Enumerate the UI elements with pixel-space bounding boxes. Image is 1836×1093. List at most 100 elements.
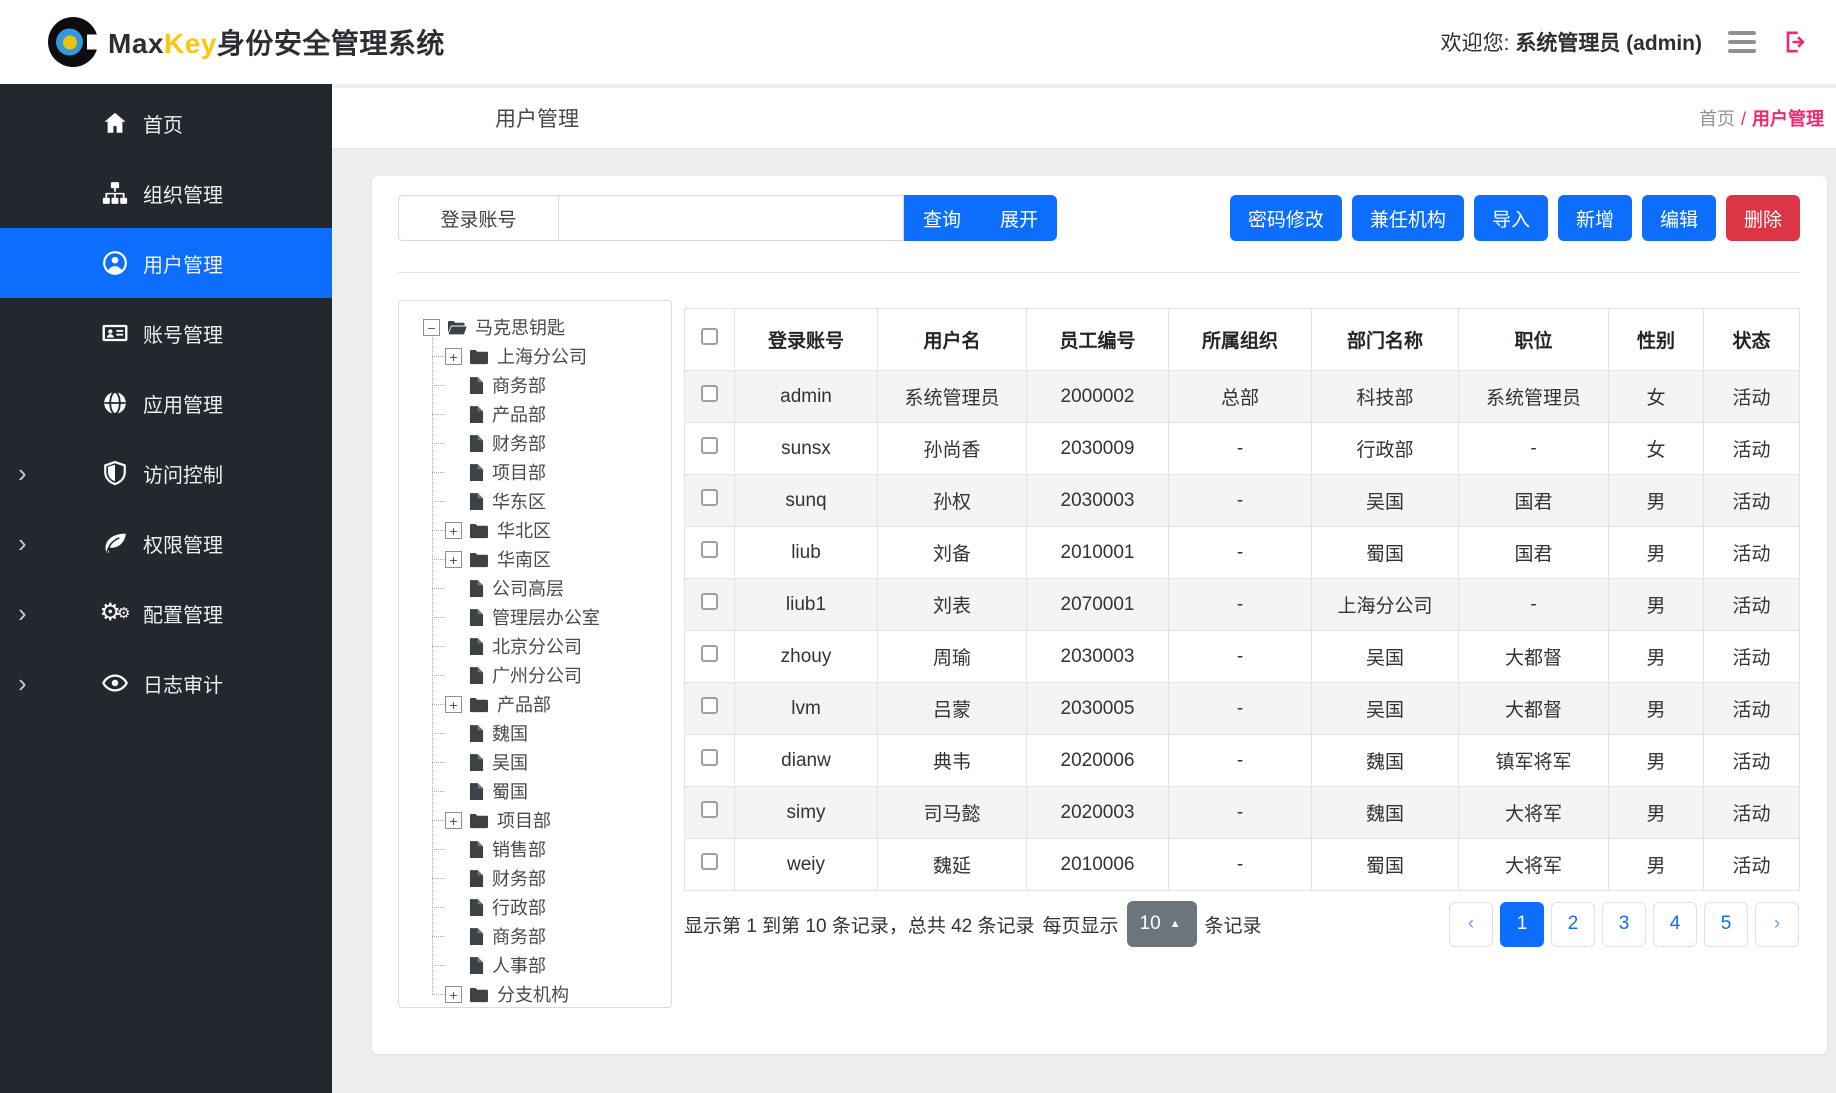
tree-node[interactable]: +分支机构 xyxy=(399,980,671,1008)
table-cell: 活动 xyxy=(1704,527,1800,579)
tree-node[interactable]: +华南区 xyxy=(399,545,671,574)
tree-node[interactable]: +项目部 xyxy=(399,806,671,835)
row-checkbox-cell xyxy=(685,527,735,579)
tree-node[interactable]: 行政部 xyxy=(399,893,671,922)
tree-node[interactable]: 吴国 xyxy=(399,748,671,777)
tree-node[interactable]: 财务部 xyxy=(399,429,671,458)
page-button-3[interactable]: 3 xyxy=(1602,902,1646,947)
toolbar-button-6[interactable]: 删除 xyxy=(1726,195,1800,241)
row-checkbox[interactable] xyxy=(701,593,718,610)
sidebar-item-home[interactable]: 首页 xyxy=(0,88,332,158)
tree-node[interactable]: 商务部 xyxy=(399,371,671,400)
sidebar-item-audit[interactable]: ›日志审计 xyxy=(0,648,332,718)
tree-node[interactable]: +华北区 xyxy=(399,516,671,545)
tree-node[interactable]: 蜀国 xyxy=(399,777,671,806)
tree-node[interactable]: +产品部 xyxy=(399,690,671,719)
file-icon xyxy=(469,637,484,656)
tree-expand-icon[interactable]: + xyxy=(445,696,462,713)
tree-node[interactable]: 销售部 xyxy=(399,835,671,864)
sidebar-item-user[interactable]: 用户管理 xyxy=(0,228,332,298)
prev-page-button[interactable]: ‹ xyxy=(1449,902,1493,947)
sidebar-item-config[interactable]: ›⚙⚙配置管理 xyxy=(0,578,332,648)
query-button[interactable]: 查询 xyxy=(904,195,980,241)
tree-node[interactable]: 人事部 xyxy=(399,951,671,980)
table-row[interactable]: weiy魏延2010006-蜀国大将军男活动 xyxy=(685,839,1800,891)
toolbar-button-4[interactable]: 新增 xyxy=(1558,195,1632,241)
tree-node[interactable]: 北京分公司 xyxy=(399,632,671,661)
sidebar-item-access[interactable]: ›访问控制 xyxy=(0,438,332,508)
tree-node[interactable]: 商务部 xyxy=(399,922,671,951)
breadcrumb-home[interactable]: 首页 xyxy=(1699,109,1735,129)
table-row[interactable]: liub1刘表2070001-上海分公司-男活动 xyxy=(685,579,1800,631)
row-checkbox-cell xyxy=(685,475,735,527)
tree-node[interactable]: 华东区 xyxy=(399,487,671,516)
tree-expand-icon[interactable]: + xyxy=(445,812,462,829)
tree-node[interactable]: 项目部 xyxy=(399,458,671,487)
tree-node[interactable]: −马克思钥匙 xyxy=(399,313,671,342)
sidebar-item-account[interactable]: 账号管理 xyxy=(0,298,332,368)
row-checkbox[interactable] xyxy=(701,437,718,454)
tree-node[interactable]: 管理层办公室 xyxy=(399,603,671,632)
tree-branch-line xyxy=(432,588,445,589)
tree-expand-icon[interactable]: + xyxy=(445,522,462,539)
table-row[interactable]: admin系统管理员2000002总部科技部系统管理员女活动 xyxy=(685,371,1800,423)
page-button-4[interactable]: 4 xyxy=(1653,902,1697,947)
tree-expand-icon[interactable]: + xyxy=(445,348,462,365)
table-cell: 活动 xyxy=(1704,423,1800,475)
row-checkbox[interactable] xyxy=(701,697,718,714)
toolbar-button-5[interactable]: 编辑 xyxy=(1642,195,1716,241)
table-cell: 男 xyxy=(1609,735,1704,787)
tree-node[interactable]: +上海分公司 xyxy=(399,342,671,371)
next-page-button[interactable]: › xyxy=(1755,902,1799,947)
tree-expand-icon[interactable]: + xyxy=(445,986,462,1003)
tree-node[interactable]: 广州分公司 xyxy=(399,661,671,690)
table-row[interactable]: lvm吕蒙2030005-吴国大都督男活动 xyxy=(685,683,1800,735)
page-button-2[interactable]: 2 xyxy=(1551,902,1595,947)
tree-node-label: 吴国 xyxy=(492,754,528,772)
login-account-input[interactable] xyxy=(559,195,904,241)
sidebar-item-org[interactable]: 组织管理 xyxy=(0,158,332,228)
logout-icon[interactable] xyxy=(1782,28,1810,56)
table-row[interactable]: simy司马懿2020003-魏国大将军男活动 xyxy=(685,787,1800,839)
table-cell: 2030003 xyxy=(1027,475,1169,527)
expand-button[interactable]: 展开 xyxy=(980,195,1057,241)
tree-node[interactable]: 公司高层 xyxy=(399,574,671,603)
table-row[interactable]: sunsx孙尚香2030009-行政部-女活动 xyxy=(685,423,1800,475)
row-checkbox[interactable] xyxy=(701,385,718,402)
menu-icon[interactable] xyxy=(1728,31,1756,53)
row-checkbox[interactable] xyxy=(701,749,718,766)
breadcrumb-current[interactable]: 用户管理 xyxy=(1752,109,1824,129)
tree-node[interactable]: 魏国 xyxy=(399,719,671,748)
select-all-checkbox[interactable] xyxy=(701,328,718,345)
caret-up-icon: ▲ xyxy=(1170,918,1181,930)
row-checkbox[interactable] xyxy=(701,489,718,506)
tree-collapse-icon[interactable]: − xyxy=(423,319,440,336)
row-checkbox[interactable] xyxy=(701,541,718,558)
toolbar-button-2[interactable]: 兼任机构 xyxy=(1352,195,1464,241)
page-button-1[interactable]: 1 xyxy=(1500,902,1544,947)
row-checkbox[interactable] xyxy=(701,645,718,662)
table-row[interactable]: liub刘备2010001-蜀国国君男活动 xyxy=(685,527,1800,579)
sidebar-item-app[interactable]: 应用管理 xyxy=(0,368,332,438)
page-button-5[interactable]: 5 xyxy=(1704,902,1748,947)
table-cell: 活动 xyxy=(1704,683,1800,735)
row-checkbox[interactable] xyxy=(701,853,718,870)
table-row[interactable]: sunq孙权2030003-吴国国君男活动 xyxy=(685,475,1800,527)
sidebar-item-perm[interactable]: ›权限管理 xyxy=(0,508,332,578)
tree-node[interactable]: 财务部 xyxy=(399,864,671,893)
row-checkbox-cell xyxy=(685,423,735,475)
row-checkbox-cell xyxy=(685,631,735,683)
toolbar-button-1[interactable]: 密码修改 xyxy=(1230,195,1342,241)
table-row[interactable]: zhouy周瑜2030003-吴国大都督男活动 xyxy=(685,631,1800,683)
tree-node-label: 人事部 xyxy=(492,957,546,975)
table-cell: liub1 xyxy=(735,579,878,631)
tree-node[interactable]: 产品部 xyxy=(399,400,671,429)
page-title: 用户管理 xyxy=(495,103,579,133)
tree-node-label: 商务部 xyxy=(492,377,546,395)
row-checkbox[interactable] xyxy=(701,801,718,818)
page-size-select[interactable]: 10 ▲ xyxy=(1127,901,1197,947)
sidebar-item-label: 用户管理 xyxy=(143,249,231,278)
table-row[interactable]: dianw典韦2020006-魏国镇军将军男活动 xyxy=(685,735,1800,787)
toolbar-button-3[interactable]: 导入 xyxy=(1474,195,1548,241)
tree-expand-icon[interactable]: + xyxy=(445,551,462,568)
